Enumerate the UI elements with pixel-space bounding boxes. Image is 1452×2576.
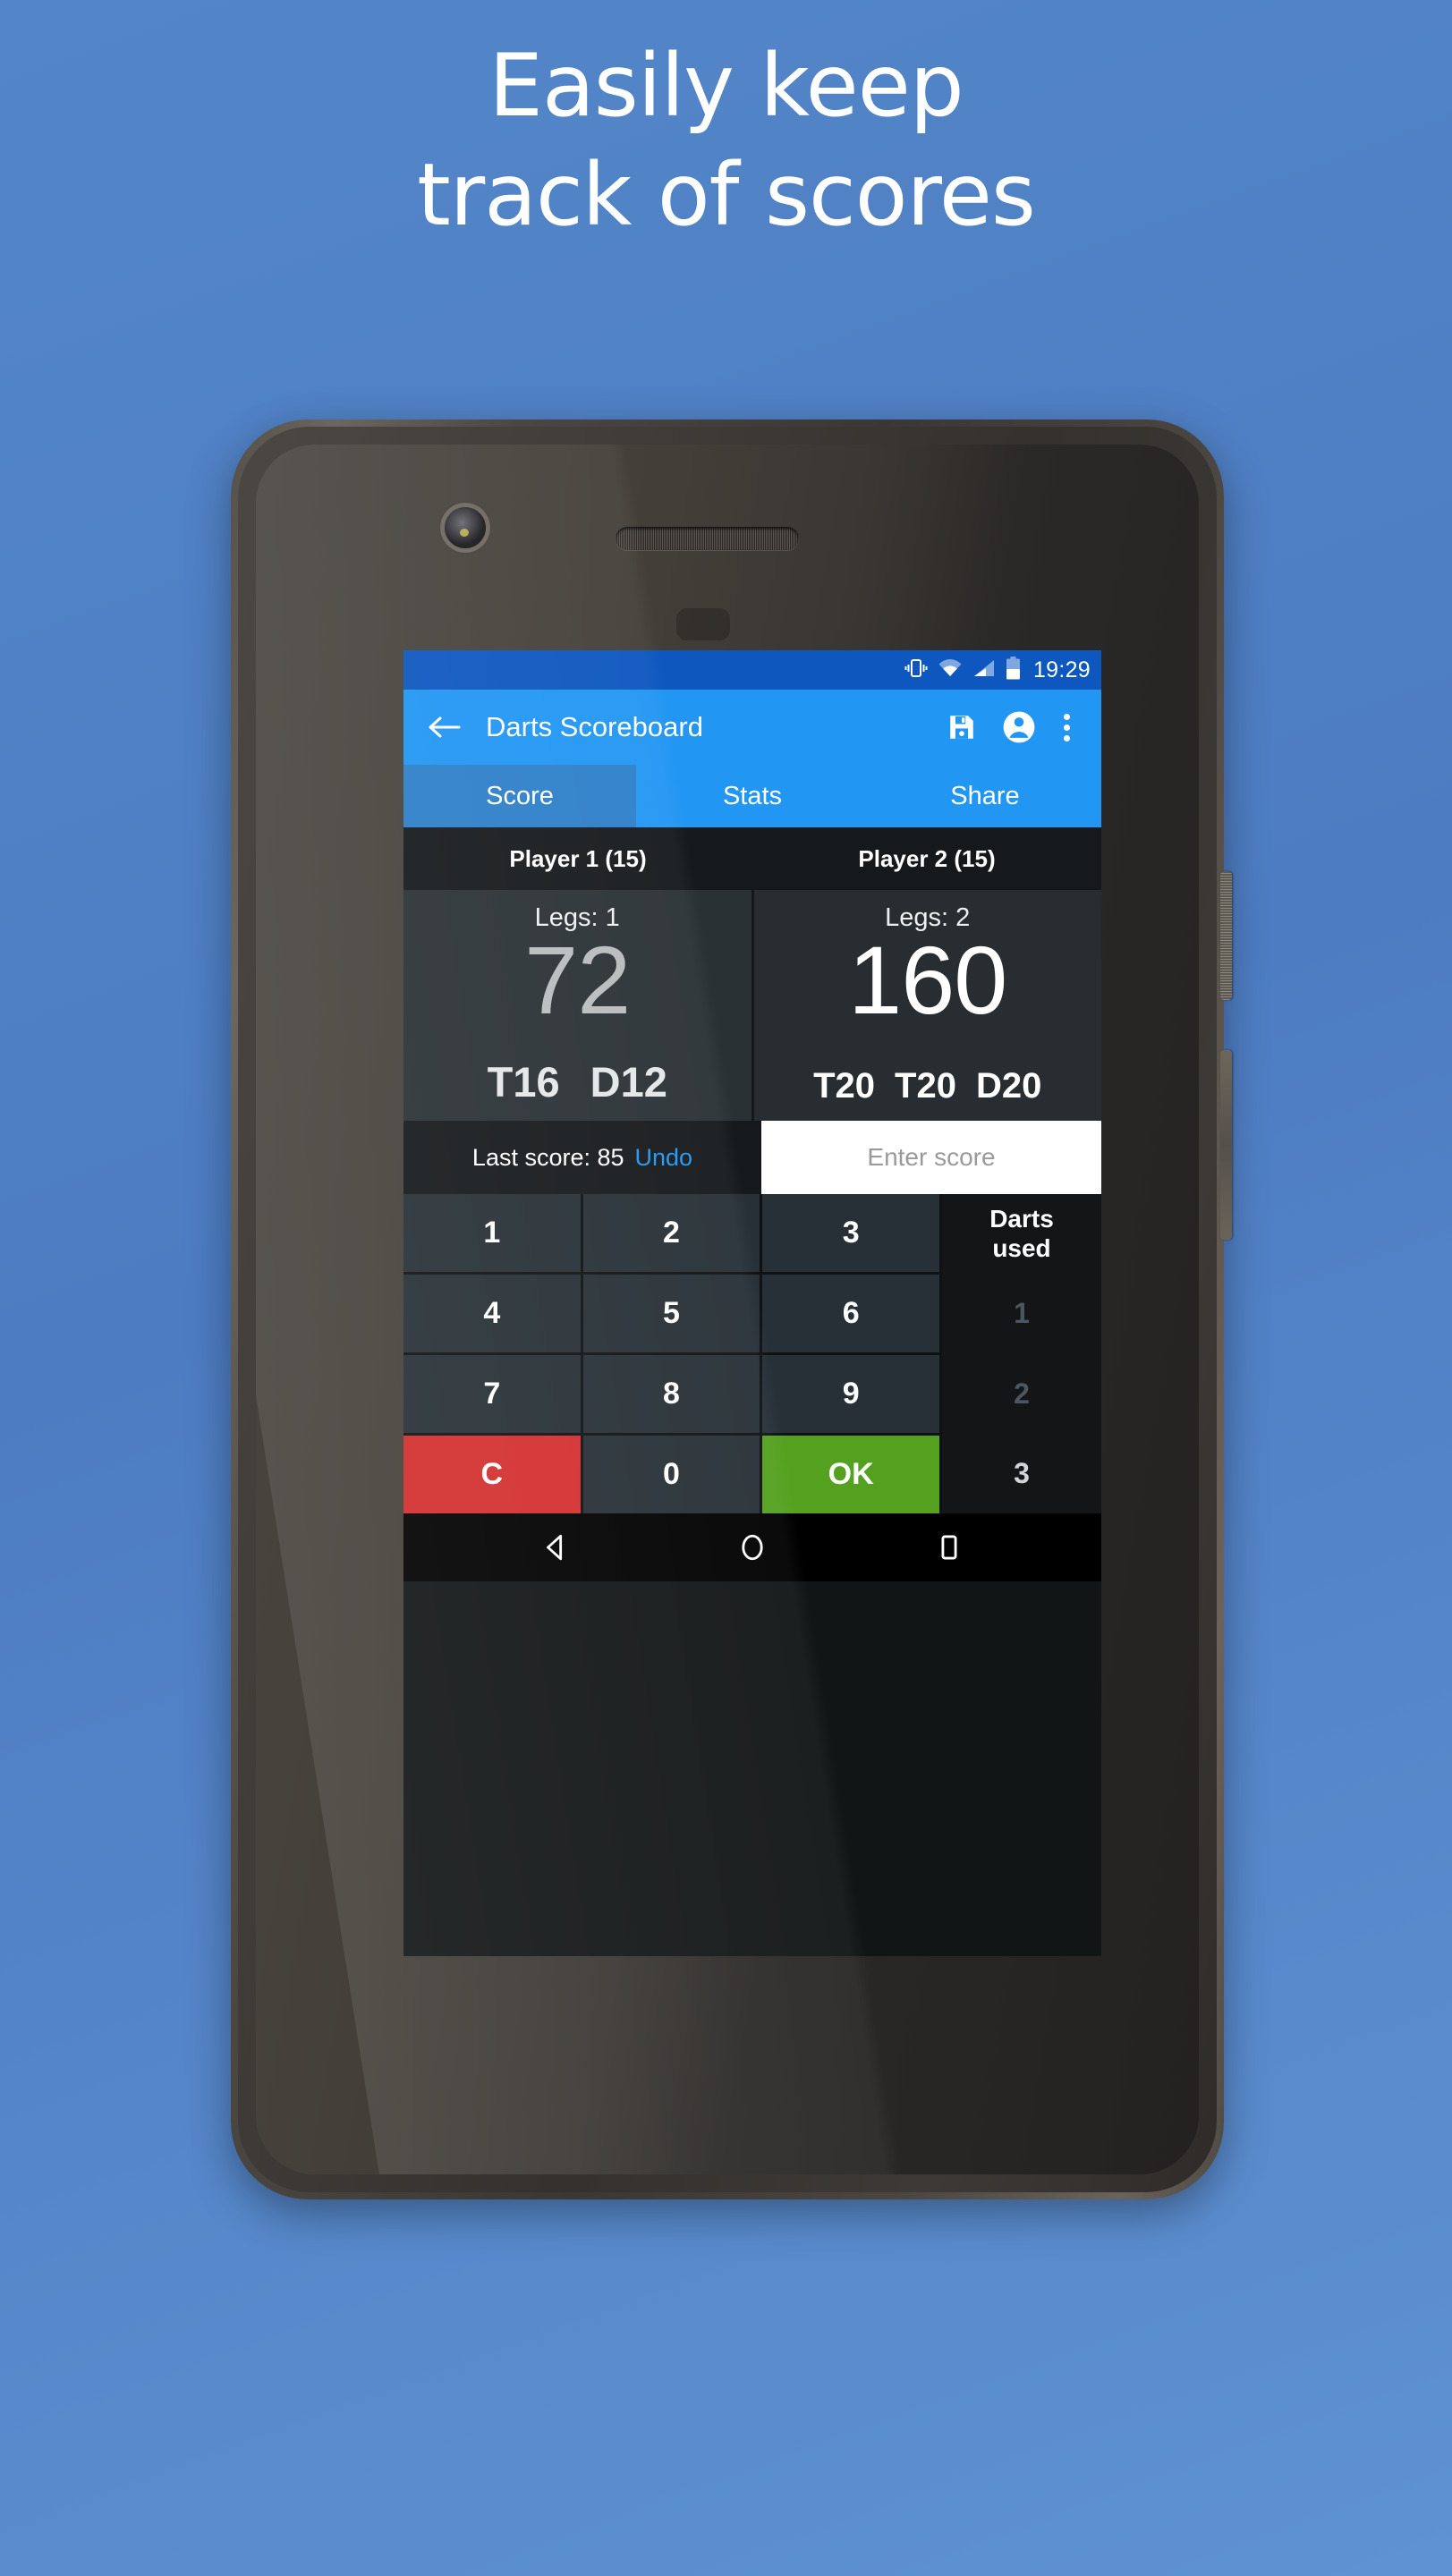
player-header-row: Player 1 (15) Player 2 (15) <box>403 827 1101 890</box>
nav-home-icon[interactable] <box>718 1513 786 1581</box>
nav-recents-icon[interactable] <box>915 1513 983 1581</box>
phone-body: 19:29 Darts Scoreboard Score Stats Share… <box>238 427 1217 2192</box>
key-6[interactable]: 6 <box>762 1275 939 1352</box>
player-1-checkout-suggestion: T16 D12 <box>403 1057 751 1106</box>
power-button[interactable] <box>1220 871 1232 1000</box>
phone-mockup: 19:29 Darts Scoreboard Score Stats Share… <box>231 419 1232 2199</box>
player-2-remaining-score: 160 <box>848 926 1007 1034</box>
tab-stats[interactable]: Stats <box>636 765 869 827</box>
back-arrow-icon[interactable] <box>423 707 464 748</box>
score-input[interactable]: Enter score <box>761 1121 1101 1194</box>
nav-back-icon[interactable] <box>522 1513 590 1581</box>
key-5[interactable]: 5 <box>582 1275 760 1352</box>
promo-page: Easily keep track of scores 19:29 Darts … <box>0 0 1452 2576</box>
save-icon[interactable] <box>940 706 983 749</box>
key-9[interactable]: 9 <box>762 1355 939 1433</box>
last-score-area: Last score: 85 Undo <box>403 1121 761 1194</box>
checkout-dart: T20 <box>895 1066 956 1106</box>
signal-icon <box>972 657 996 683</box>
darts-used-option-1[interactable]: 1 <box>942 1274 1101 1353</box>
tab-score[interactable]: Score <box>403 765 636 827</box>
last-score-label: Last score: 85 <box>471 1143 624 1171</box>
volume-button[interactable] <box>1220 1050 1232 1240</box>
tab-share[interactable]: Share <box>869 765 1101 827</box>
phone-screen: 19:29 Darts Scoreboard Score Stats Share… <box>403 650 1101 1956</box>
vibrate-icon <box>904 657 928 683</box>
page-title: Darts Scoreboard <box>486 711 703 742</box>
checkout-dart: D12 <box>590 1058 667 1106</box>
checkout-dart: T20 <box>813 1066 876 1106</box>
player-1-remaining-score: 72 <box>524 926 631 1034</box>
key-3[interactable]: 3 <box>762 1194 939 1272</box>
darts-used-option-3[interactable]: 3 <box>942 1434 1101 1513</box>
player-2-score-panel[interactable]: Legs: 2 160 T20 T20 D20 <box>753 890 1102 1121</box>
headline-line-1: Easily keep <box>488 36 964 136</box>
tab-bar: Score Stats Share <box>403 765 1101 827</box>
key-7[interactable]: 7 <box>403 1355 581 1433</box>
status-bar-clock: 19:29 <box>1032 657 1091 682</box>
battery-icon <box>1006 656 1021 684</box>
key-0[interactable]: 0 <box>582 1436 760 1513</box>
key-2[interactable]: 2 <box>582 1194 760 1272</box>
keypad: 1 2 3 4 5 6 7 8 9 C 0 OK Darts used 1 2 … <box>403 1194 1101 1513</box>
overflow-menu-icon[interactable] <box>1051 706 1082 749</box>
status-bar: 19:29 <box>403 650 1101 690</box>
android-nav-bar <box>403 1513 1101 1581</box>
player-1-score-panel[interactable]: Legs: 1 72 T16 D12 <box>403 890 751 1121</box>
front-camera-icon <box>445 507 486 548</box>
keypad-keys: 1 2 3 4 5 6 7 8 9 C 0 OK <box>403 1194 942 1513</box>
phone-glass: 19:29 Darts Scoreboard Score Stats Share… <box>256 445 1199 2174</box>
score-entry-row: Last score: 85 Undo Enter score <box>403 1121 1101 1194</box>
darts-used-title-line-1: Darts <box>989 1205 1054 1233</box>
darts-used-option-2[interactable]: 2 <box>942 1354 1101 1434</box>
promo-headline: Easily keep track of scores <box>0 43 1452 238</box>
key-4[interactable]: 4 <box>403 1275 581 1352</box>
key-ok[interactable]: OK <box>762 1436 939 1513</box>
player-2-name: Player 2 (15) <box>858 844 996 872</box>
checkout-dart: D20 <box>975 1066 1042 1106</box>
checkout-dart: T16 <box>487 1058 560 1106</box>
app-bar: Darts Scoreboard <box>403 690 1101 765</box>
earpiece-speaker-icon <box>616 527 799 550</box>
darts-used-title-line-2: used <box>992 1233 1051 1262</box>
headline-line-2: track of scores <box>417 145 1036 245</box>
account-icon[interactable] <box>998 706 1040 749</box>
score-panels: Legs: 1 72 T16 D12 Legs: 2 160 T20 T20 D… <box>403 890 1101 1121</box>
player-2-checkout-suggestion: T20 T20 D20 <box>754 1066 1102 1106</box>
undo-button[interactable]: Undo <box>635 1144 693 1172</box>
key-clear[interactable]: C <box>403 1436 581 1513</box>
darts-used-title: Darts used <box>942 1194 1101 1274</box>
proximity-sensor-icon <box>676 608 730 640</box>
key-8[interactable]: 8 <box>582 1355 760 1433</box>
key-1[interactable]: 1 <box>403 1194 581 1272</box>
wifi-icon <box>938 657 963 683</box>
darts-used-column: Darts used 1 2 3 <box>942 1194 1101 1513</box>
player-1-name: Player 1 (15) <box>509 844 647 872</box>
